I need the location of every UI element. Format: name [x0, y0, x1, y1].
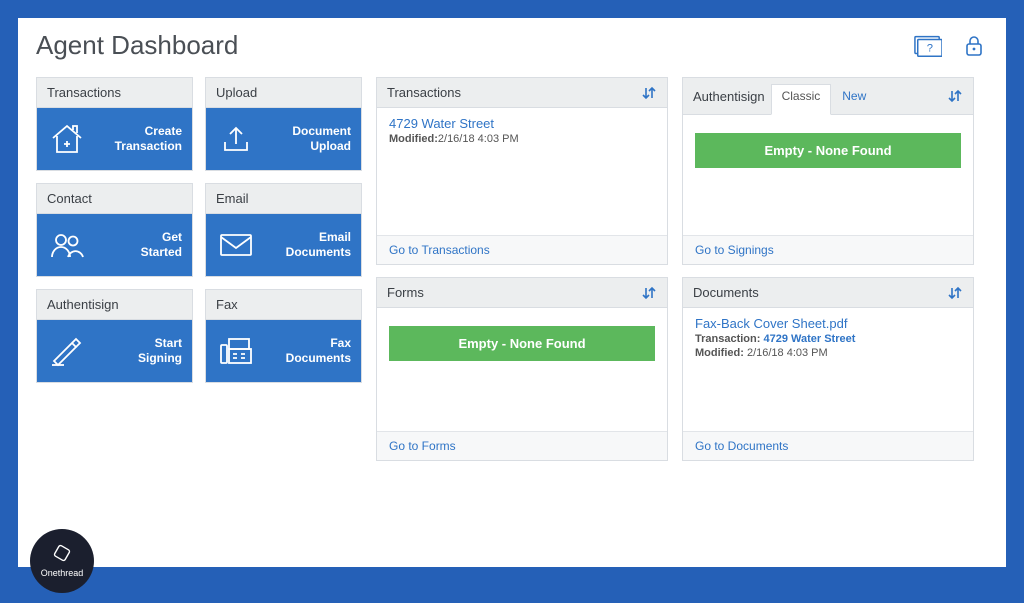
- tile-label: Fax Documents: [256, 336, 351, 366]
- brand-name: Onethread: [41, 568, 84, 578]
- panel-body: Empty - None Found: [377, 308, 667, 431]
- authentisign-tabs: Classic New: [771, 84, 878, 108]
- middle-column: Transactions 4729 Water Street Modified:…: [376, 77, 668, 461]
- go-to-documents-link[interactable]: Go to Documents: [695, 439, 788, 453]
- panel-footer: Go to Transactions: [377, 235, 667, 264]
- panel-transactions: Transactions 4729 Water Street Modified:…: [376, 77, 668, 265]
- sort-icon[interactable]: [641, 285, 657, 301]
- help-icon[interactable]: ?: [914, 34, 942, 58]
- panel-footer: Go to Documents: [683, 431, 973, 460]
- go-to-forms-link[interactable]: Go to Forms: [389, 439, 456, 453]
- header-actions: ?: [914, 34, 988, 58]
- tile-label: Create Transaction: [87, 124, 182, 154]
- tile-contact: Contact Get Started: [36, 183, 193, 277]
- brand-badge: Onethread: [30, 529, 94, 593]
- contact-get-started-button[interactable]: Get Started: [37, 214, 192, 276]
- app-window: Agent Dashboard ?: [18, 18, 1006, 567]
- action-tiles-column: Transactions Create Transaction: [36, 77, 362, 461]
- sort-icon[interactable]: [641, 85, 657, 101]
- panel-head: Transactions: [377, 78, 667, 108]
- tile-authentisign: Authentisign Start Signing: [36, 289, 193, 383]
- go-to-signings-link[interactable]: Go to Signings: [695, 243, 774, 257]
- panel-body: Empty - None Found: [683, 115, 973, 235]
- tile-fax: Fax Fax Documents: [205, 289, 362, 383]
- panel-body: 4729 Water Street Modified:2/16/18 4:03 …: [377, 108, 667, 235]
- tile-head: Authentisign: [37, 290, 192, 320]
- panel-authentisign: Authentisign Classic New Empty - None Fo…: [682, 77, 974, 265]
- transaction-item-meta: Modified:2/16/18 4:03 PM: [389, 133, 655, 145]
- tile-head: Upload: [206, 78, 361, 108]
- brand-logo-icon: [51, 544, 73, 566]
- tile-head: Email: [206, 184, 361, 214]
- transaction-item-link[interactable]: 4729 Water Street: [389, 116, 655, 131]
- house-plus-icon: [47, 119, 87, 159]
- tile-label: Email Documents: [256, 230, 351, 260]
- tab-new[interactable]: New: [831, 84, 877, 108]
- panel-title: Transactions: [387, 85, 461, 100]
- create-transaction-button[interactable]: Create Transaction: [37, 108, 192, 170]
- tile-upload: Upload Document Upload: [205, 77, 362, 171]
- tile-email: Email Email Documents: [205, 183, 362, 277]
- empty-state: Empty - None Found: [695, 133, 961, 168]
- tile-head: Transactions: [37, 78, 192, 108]
- document-item-modified: Modified: 2/16/18 4:03 PM: [695, 347, 961, 359]
- tile-label: Document Upload: [256, 124, 351, 154]
- lock-icon[interactable]: [960, 34, 988, 58]
- upload-icon: [216, 119, 256, 159]
- dashboard-grid: Transactions Create Transaction: [18, 67, 1006, 471]
- fax-documents-button[interactable]: Fax Documents: [206, 320, 361, 382]
- sort-icon[interactable]: [947, 285, 963, 301]
- document-upload-button[interactable]: Document Upload: [206, 108, 361, 170]
- tile-transactions: Transactions Create Transaction: [36, 77, 193, 171]
- tile-head: Contact: [37, 184, 192, 214]
- tab-classic[interactable]: Classic: [771, 84, 832, 115]
- tile-label: Get Started: [87, 230, 182, 260]
- panel-footer: Go to Forms: [377, 431, 667, 460]
- go-to-transactions-link[interactable]: Go to Transactions: [389, 243, 490, 257]
- start-signing-button[interactable]: Start Signing: [37, 320, 192, 382]
- panel-documents: Documents Fax-Back Cover Sheet.pdf Trans…: [682, 277, 974, 461]
- panel-title: Forms: [387, 285, 424, 300]
- people-icon: [47, 225, 87, 265]
- document-item-transaction: Transaction: 4729 Water Street: [695, 333, 961, 345]
- panel-head: Authentisign Classic New: [683, 78, 973, 115]
- tile-head: Fax: [206, 290, 361, 320]
- envelope-icon: [216, 225, 256, 265]
- document-item-link[interactable]: Fax-Back Cover Sheet.pdf: [695, 316, 961, 331]
- panel-body: Fax-Back Cover Sheet.pdf Transaction: 47…: [683, 308, 973, 431]
- panel-head: Documents: [683, 278, 973, 308]
- panel-head: Forms: [377, 278, 667, 308]
- right-column: Authentisign Classic New Empty - None Fo…: [682, 77, 974, 461]
- panel-forms: Forms Empty - None Found Go to Forms: [376, 277, 668, 461]
- document-transaction-link[interactable]: 4729 Water Street: [763, 333, 855, 345]
- sort-icon[interactable]: [947, 88, 963, 104]
- fax-icon: [216, 331, 256, 371]
- header: Agent Dashboard ?: [18, 18, 1006, 67]
- empty-state: Empty - None Found: [389, 326, 655, 361]
- panel-title: Documents: [693, 285, 759, 300]
- panel-title: Authentisign: [693, 89, 765, 104]
- page-title: Agent Dashboard: [36, 30, 238, 61]
- svg-text:?: ?: [927, 42, 933, 54]
- panel-footer: Go to Signings: [683, 235, 973, 264]
- email-documents-button[interactable]: Email Documents: [206, 214, 361, 276]
- pen-sign-icon: [47, 331, 87, 371]
- tile-label: Start Signing: [87, 336, 182, 366]
